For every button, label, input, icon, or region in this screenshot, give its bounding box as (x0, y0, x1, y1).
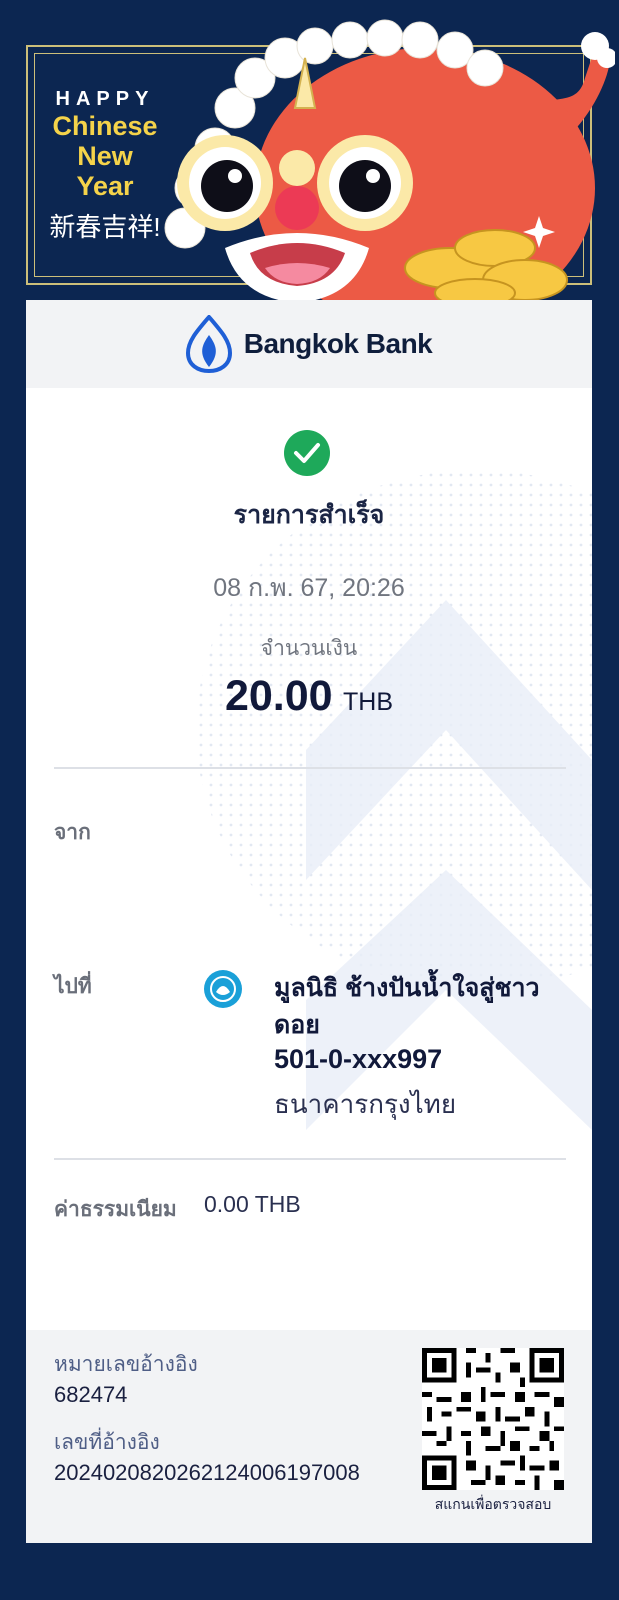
recipient-name: มูลนิธิ ช้างปันน้ำใจสู่ชาวดอย (274, 974, 540, 1039)
reference-footer: หมายเลขอ้างอิง 682474 เลขที่อ้างอิง 2024… (26, 1330, 592, 1543)
amount-value: 20.00 (224, 672, 333, 720)
to-label: ไปที่ (54, 975, 92, 998)
recipient-account: 501-0-xxx997 (274, 1044, 443, 1074)
ref2-value: 2024020820262124006197008 (54, 1460, 360, 1485)
amount-label: จำนวนเงิน (260, 637, 358, 660)
greeting-chinese: Chinese (52, 111, 158, 141)
ref2-label: เลขที่อ้างอิง (54, 1431, 160, 1454)
divider-bottom (54, 1158, 566, 1160)
qr-code-icon[interactable] (422, 1348, 564, 1490)
lion-dance-illustration (164, 19, 615, 300)
divider-top (54, 767, 566, 769)
greeting-chinese-characters: 新春吉祥! (49, 212, 161, 242)
greeting-text: HAPPY Chinese New Year 新春吉祥! (40, 88, 170, 244)
transaction-datetime: 08 ก.พ. 67, 20:26 (213, 574, 405, 602)
receipt-card: Bangkok Bank รายการสำเร็จ 08 ก.พ. 67, 20… (26, 300, 592, 1543)
greeting-happy: HAPPY (55, 88, 155, 110)
greeting-new: New (77, 141, 133, 171)
amount-row: 20.00 THB (26, 672, 592, 721)
ref1-label: หมายเลขอ้างอิง (54, 1353, 198, 1376)
qr-caption: สแกนเพื่อตรวจสอบ (434, 1496, 552, 1512)
greeting-year: Year (76, 171, 134, 201)
krungthai-bank-icon (204, 970, 242, 1008)
card-header: Bangkok Bank (26, 300, 592, 388)
bank-name: Bangkok Bank (243, 328, 433, 359)
bangkok-bank-lotus-icon (185, 315, 232, 373)
status-text: รายการสำเร็จ (233, 501, 385, 529)
ref1-value: 682474 (54, 1382, 128, 1407)
new-year-banner: HAPPY Chinese New Year 新春吉祥! (0, 0, 619, 300)
check-circle-icon (284, 430, 330, 476)
fee-value: 0.00 THB (204, 1191, 301, 1217)
fee-label: ค่าธรรมเนียม (54, 1198, 177, 1221)
from-label: จาก (54, 821, 91, 844)
amount-currency: THB (343, 688, 394, 716)
recipient-bank: ธนาคารกรุงไทย (274, 1089, 457, 1119)
